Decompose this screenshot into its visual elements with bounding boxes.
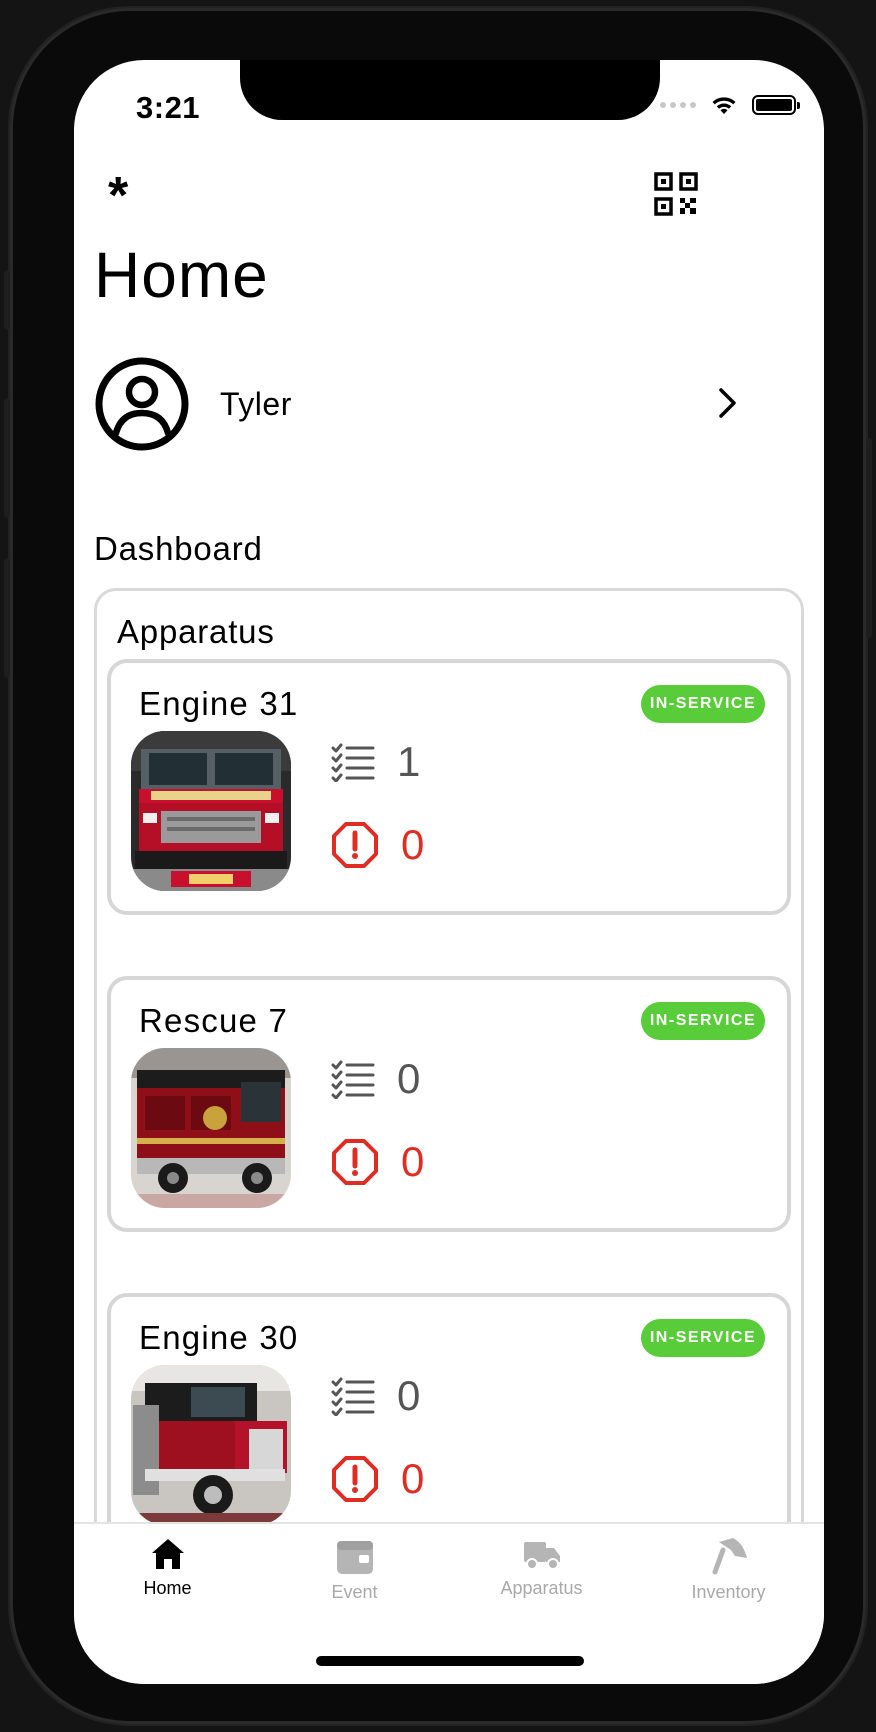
favorites-button[interactable]: * [108,170,128,222]
alert-octagon-icon [332,1456,378,1502]
home-indicator [316,1656,584,1666]
issue-stat: 0 [331,821,424,869]
apparatus-name: Engine 30 [139,1319,299,1356]
task-stat: 1 [331,741,420,783]
apparatus-name: Engine 31 [139,685,299,722]
status-badge: IN-SERVICE [641,685,765,723]
issue-count: 0 [401,1455,425,1502]
apparatus-dashboard-card: Apparatus Engine 31 IN-SERVICE 1 0 Rescu… [94,588,804,1684]
checklist-icon [331,1060,375,1099]
mute-switch [4,270,10,330]
apparatus-photo [131,1365,291,1525]
status-indicators [660,94,800,116]
tab-label: Event [331,1582,378,1602]
apparatus-name: Rescue 7 [139,1002,289,1039]
truck-icon [523,1542,560,1570]
home-icon [151,1539,184,1569]
profile-name: Tyler [220,386,292,422]
issue-stat: 0 [331,1138,424,1186]
notch [240,60,660,120]
task-count: 0 [397,1372,421,1419]
checklist-icon [331,743,375,782]
app-screen: 3:21 * Home Tyler Dashboard Apparatus En… [74,60,824,1684]
volume-down-button [4,558,10,678]
cellular-signal-icon [660,102,696,108]
apparatus-photo [131,1048,291,1208]
task-count: 1 [397,738,421,785]
page-title: Home [94,239,269,311]
device-frame: 3:21 * Home Tyler Dashboard Apparatus En… [4,8,872,1724]
checklist-icon [331,1377,375,1416]
issue-count: 0 [401,821,425,868]
task-count: 0 [397,1055,421,1102]
volume-up-button [4,398,10,518]
profile-row[interactable]: Tyler [94,356,736,452]
task-stat: 0 [331,1375,420,1417]
tab-home[interactable]: Home [74,1536,261,1599]
alert-octagon-icon [332,1139,378,1185]
apparatus-card[interactable]: Rescue 7 IN-SERVICE 0 0 [107,976,791,1232]
tab-event[interactable]: Event [261,1536,448,1603]
battery-icon [752,95,800,115]
wifi-icon [712,97,736,114]
tab-label: Apparatus [500,1578,583,1598]
status-badge: IN-SERVICE [641,1002,765,1040]
issue-count: 0 [401,1138,425,1185]
status-time: 3:21 [136,90,201,125]
tab-apparatus[interactable]: Apparatus [448,1536,635,1599]
chevron-right-icon [719,388,736,418]
apparatus-card-title: Apparatus [117,613,275,650]
tab-label: Inventory [691,1582,766,1602]
axe-icon [712,1538,747,1575]
issue-stat: 0 [331,1455,424,1503]
calendar-icon [336,1541,373,1574]
apparatus-photo [131,731,291,891]
user-circle-icon [95,357,189,451]
status-badge: IN-SERVICE [641,1319,765,1357]
dashboard-heading: Dashboard [94,530,263,567]
task-stat: 0 [331,1058,420,1100]
tab-inventory[interactable]: Inventory [635,1536,822,1603]
alert-octagon-icon [332,822,378,868]
tab-label: Home [143,1578,192,1598]
qr-code-icon[interactable] [654,172,698,221]
apparatus-card[interactable]: Engine 30 IN-SERVICE 0 0 [107,1293,791,1549]
apparatus-card[interactable]: Engine 31 IN-SERVICE 1 0 [107,659,791,915]
power-button [866,438,872,638]
